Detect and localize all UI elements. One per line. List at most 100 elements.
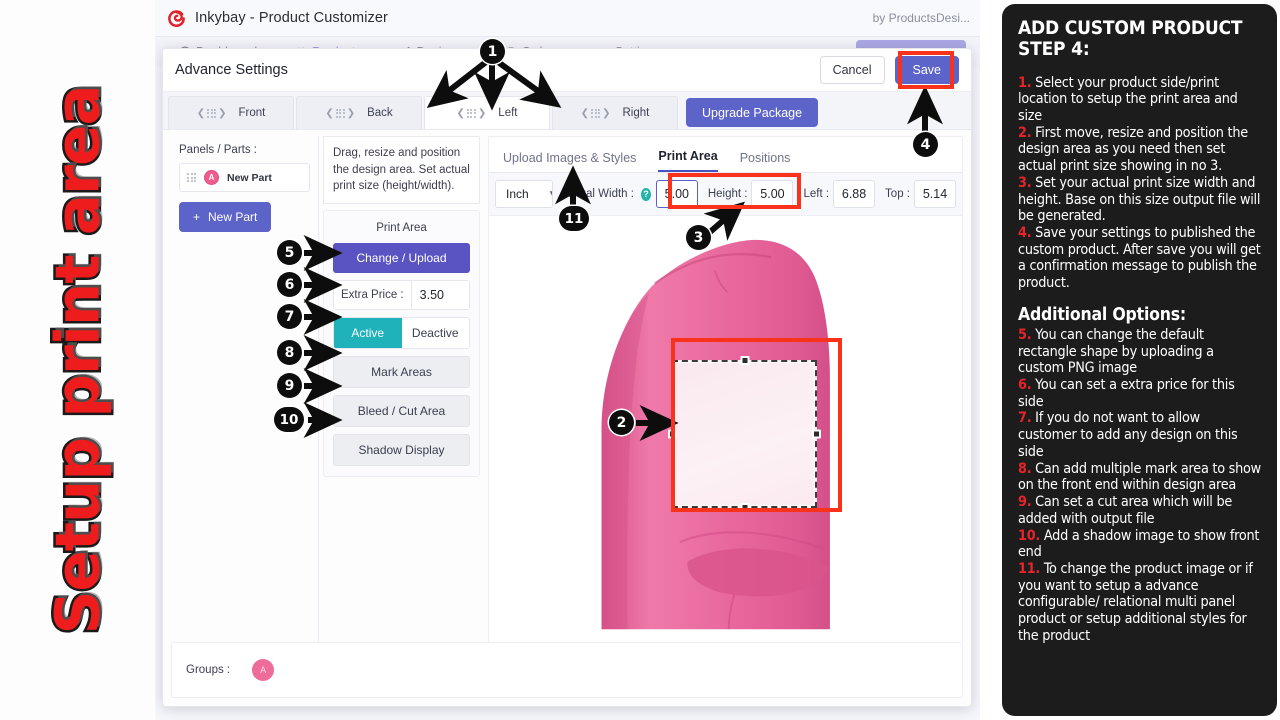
annotation-badge-1: 1 bbox=[480, 39, 505, 64]
tab-positions[interactable]: Positions bbox=[740, 151, 791, 172]
instruction-number: 10. bbox=[1018, 527, 1041, 544]
extra-price-row: Extra Price : bbox=[333, 280, 470, 311]
product-canvas[interactable] bbox=[489, 216, 962, 651]
annotation-badge-4: 4 bbox=[913, 132, 938, 157]
instruction-item: 11. To change the product image or if yo… bbox=[1018, 561, 1261, 645]
extra-price-input[interactable] bbox=[410, 281, 469, 310]
drag-grip-icon[interactable]: ❮ ❯ bbox=[581, 108, 611, 119]
instruction-text: To change the product image or if you wa… bbox=[1018, 560, 1253, 644]
print-area-selection[interactable] bbox=[668, 356, 821, 512]
part-list-item[interactable]: A New Part bbox=[179, 163, 310, 192]
left-input[interactable] bbox=[833, 180, 876, 208]
side-tab-left[interactable]: ❮ ❯ Left bbox=[424, 96, 550, 129]
top-input[interactable] bbox=[913, 180, 956, 208]
instruction-number: 8. bbox=[1018, 460, 1032, 477]
instruction-item: 2. First move, resize and position the d… bbox=[1018, 125, 1261, 175]
change-upload-button[interactable]: Change / Upload bbox=[333, 243, 470, 274]
left-caption-zone: Setup print area bbox=[0, 0, 155, 720]
height-input[interactable] bbox=[751, 180, 794, 208]
resize-handle-top[interactable] bbox=[740, 356, 749, 365]
height-label: Height : bbox=[707, 188, 748, 200]
print-area-tools-card: Print Area Change / Upload Extra Price :… bbox=[323, 210, 480, 478]
app-header: Inkybay - Product Customizer by Products… bbox=[155, 0, 980, 37]
drag-tip-text: Drag, resize and position the design are… bbox=[323, 136, 480, 205]
left-label: Left : bbox=[803, 188, 830, 200]
annotation-badge-11: 11 bbox=[559, 206, 589, 231]
unit-value: Inch bbox=[506, 187, 529, 201]
upgrade-package-button[interactable]: Upgrade Package bbox=[686, 98, 819, 127]
instruction-number: 4. bbox=[1018, 225, 1032, 241]
unit-select[interactable]: Inch ▼ bbox=[495, 180, 554, 208]
instruction-text: Save your settings to published the cust… bbox=[1018, 225, 1261, 292]
tab-print-area[interactable]: Print Area bbox=[658, 149, 718, 172]
instruction-item: 6. You can set a extra price for this si… bbox=[1018, 377, 1261, 410]
instruction-number: 9. bbox=[1018, 494, 1032, 511]
part-name-label: New Part bbox=[227, 171, 272, 184]
deactive-option[interactable]: Deactive bbox=[401, 318, 469, 349]
side-tab-label: Front bbox=[238, 107, 266, 119]
new-part-label: New Part bbox=[208, 210, 258, 224]
instruction-text: Can add multiple mark area to show on th… bbox=[1018, 460, 1261, 494]
groups-label: Groups : bbox=[186, 664, 231, 676]
drag-handle-icon[interactable] bbox=[187, 173, 196, 182]
plus-icon: + bbox=[193, 210, 201, 224]
print-area-card-title: Print Area bbox=[376, 222, 427, 235]
left-caption-text: Setup print area bbox=[40, 83, 116, 637]
instruction-item: 9. Can set a cut area which will be adde… bbox=[1018, 494, 1261, 527]
instruction-item: 1. Select your product side/print locati… bbox=[1018, 75, 1261, 125]
resize-handle-bottom[interactable] bbox=[740, 503, 749, 512]
side-tab-label: Right bbox=[622, 107, 650, 119]
annotation-badge-10: 10 bbox=[274, 407, 304, 432]
help-icon[interactable]: ? bbox=[640, 187, 652, 201]
group-chip[interactable]: A bbox=[252, 659, 275, 681]
instruction-item: 3. Set your actual print size width and … bbox=[1018, 175, 1261, 225]
active-option[interactable]: Active bbox=[334, 318, 402, 349]
app-title: Inkybay - Product Customizer bbox=[195, 10, 388, 26]
instruction-item: 10. Add a shadow image to show front end bbox=[1018, 528, 1261, 561]
side-tabs: ❮ ❯ Front ❮ ❯ Back ❮ ❯ Left ❮ ❯ Right Upgrad… bbox=[163, 92, 971, 130]
extra-price-label: Extra Price : bbox=[341, 289, 404, 302]
instruction-item: 8. Can add multiple mark area to show on… bbox=[1018, 461, 1261, 494]
resize-handle-left[interactable] bbox=[668, 429, 677, 439]
mark-areas-button[interactable]: Mark Areas bbox=[333, 356, 470, 389]
tools-column: Drag, resize and position the design are… bbox=[319, 136, 484, 652]
instruction-item: 5. You can change the default rectangle … bbox=[1018, 327, 1261, 377]
side-tab-label: Left bbox=[498, 107, 518, 119]
instruction-text: Select your product side/print location … bbox=[1018, 74, 1238, 124]
instruction-item: 7. If you do not want to allow customer … bbox=[1018, 410, 1261, 460]
instruction-number: 7. bbox=[1018, 410, 1032, 427]
side-tab-front[interactable]: ❮ ❯ Front bbox=[168, 96, 294, 129]
resize-handle-right[interactable] bbox=[812, 429, 821, 439]
drag-grip-icon[interactable]: ❮ ❯ bbox=[197, 108, 227, 119]
instruction-text: Can set a cut area which will be added w… bbox=[1018, 494, 1233, 527]
additional-options-heading: Additional Options: bbox=[1018, 304, 1187, 325]
groups-bar: Groups : A bbox=[171, 642, 963, 698]
actual-width-label: Actual Width : bbox=[563, 188, 634, 200]
instruction-number: 3. bbox=[1018, 174, 1032, 191]
side-tab-back[interactable]: ❮ ❯ Back bbox=[296, 96, 422, 129]
modal-actions: Cancel Save bbox=[819, 56, 959, 84]
chevron-down-icon: ▼ bbox=[539, 189, 552, 200]
save-button[interactable]: Save bbox=[894, 56, 959, 84]
new-part-button[interactable]: + New Part bbox=[179, 202, 272, 232]
actual-width-input[interactable] bbox=[655, 180, 698, 208]
drag-grip-icon[interactable]: ❮ ❯ bbox=[325, 108, 355, 119]
app-vendor-label: by ProductsDesi... bbox=[872, 11, 970, 25]
instruction-text: Add a shadow image to show front end bbox=[1018, 527, 1260, 561]
annotation-badge-7: 7 bbox=[277, 304, 302, 329]
shadow-display-button[interactable]: Shadow Display bbox=[333, 434, 470, 467]
side-tab-label: Back bbox=[367, 107, 393, 119]
cancel-button[interactable]: Cancel bbox=[819, 56, 885, 84]
annotation-badge-2: 2 bbox=[609, 410, 634, 435]
annotation-badge-8: 8 bbox=[277, 340, 302, 365]
annotation-badge-9: 9 bbox=[277, 373, 302, 398]
bleed-cut-area-button[interactable]: Bleed / Cut Area bbox=[333, 395, 470, 428]
drag-grip-icon[interactable]: ❮ ❯ bbox=[457, 108, 487, 119]
side-tab-right[interactable]: ❮ ❯ Right bbox=[552, 96, 678, 129]
measurement-bar: Inch ▼ Actual Width : ? Height : Left : … bbox=[489, 173, 962, 216]
instructions-additional-list: 5. You can change the default rectangle … bbox=[1018, 327, 1261, 645]
instruction-text: You can set a extra price for this side bbox=[1018, 377, 1235, 410]
instruction-number: 6. bbox=[1018, 377, 1032, 394]
tab-upload-images-styles[interactable]: Upload Images & Styles bbox=[503, 151, 636, 172]
modal-header: Advance Settings Cancel Save bbox=[163, 49, 971, 92]
